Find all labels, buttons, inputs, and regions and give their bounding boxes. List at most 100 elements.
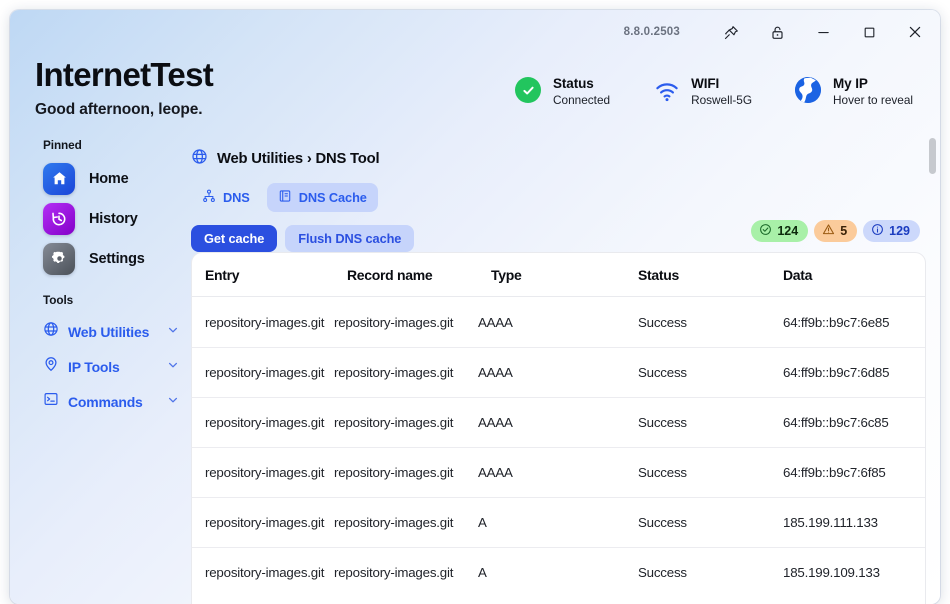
sidebar-item-label: History [89,210,138,227]
cell-entry: repository-images.git [205,465,325,480]
title-bar: 8.8.0.2503 [10,10,940,54]
flush-dns-cache-button[interactable]: Flush DNS cache [285,225,415,252]
version-label: 8.8.0.2503 [623,26,680,38]
status-widget-title: Status [553,76,594,91]
breadcrumb: Web Utilities › DNS Tool [191,148,926,170]
vertical-scrollbar[interactable] [929,138,936,578]
sidebar-item-home[interactable]: Home [35,159,185,198]
info-circle-icon [871,223,884,239]
main-content: Web Utilities › DNS Tool DNS DNS Cache G… [191,148,926,604]
cell-type: AAAA [478,365,513,380]
sidebar-item-label: Home [89,170,129,187]
cell-record-name: repository-images.git [334,465,454,480]
tab-dns[interactable]: DNS [191,183,261,212]
cell-status: Success [638,365,687,380]
badge-value: 129 [889,224,910,238]
get-cache-button[interactable]: Get cache [191,225,278,252]
status-widget-subtitle: Roswell-5G [691,92,753,107]
unlock-icon[interactable] [754,15,800,49]
cell-data: 64:ff9b::b9c7:6f85 [783,465,886,480]
gear-icon [43,242,75,275]
cell-record-name: repository-images.git [334,365,454,380]
column-header-type[interactable]: Type [478,267,625,283]
app-window: 8.8.0.2503 InternetTest Good afternoon, … [10,10,940,604]
cell-entry: repository-images.git [205,314,325,330]
table-row[interactable]: repository-images.git repository-images.… [192,547,925,597]
status-badge-warning: 5 [814,220,858,242]
cell-record-name: repository-images.git [334,314,454,330]
map-pin-icon [43,356,59,377]
cell-record-name: repository-images.git [334,415,454,430]
globe-icon [795,77,824,106]
cell-entry: repository-images.git [205,515,325,530]
status-widget-title: My IP [833,76,868,91]
table-header-row: Entry Record name Type Status Data [192,253,925,297]
cell-status: Success [638,314,687,330]
cell-data: 185.199.111.133 [783,515,878,530]
cell-status: Success [638,415,687,430]
cell-type: A [478,515,487,530]
tab-label: DNS [223,190,250,205]
table-row[interactable]: repository-images.git repository-images.… [192,447,925,497]
cell-status: Success [638,515,687,530]
sidebar-item-web-utilities[interactable]: Web Utilities [35,314,185,349]
chevron-down-icon[interactable] [167,323,179,341]
table-row[interactable]: repository-images.git repository-images.… [192,397,925,447]
cell-data: 64:ff9b::b9c7:6d85 [783,365,890,380]
home-icon [43,162,75,195]
status-widget-wifi[interactable]: WIFI Roswell-5G [653,76,752,107]
sidebar: Pinned Home History Settings Tools Web U… [35,138,185,419]
maximize-icon[interactable] [846,15,892,49]
status-badge-info: 129 [863,220,920,242]
cell-data: 185.199.109.133 [783,565,880,580]
minimize-icon[interactable] [800,15,846,49]
chevron-down-icon[interactable] [167,358,179,376]
column-header-status[interactable]: Status [625,267,770,283]
tab-label: DNS Cache [298,190,367,205]
tab-dns-cache[interactable]: DNS Cache [266,183,378,212]
chevron-down-icon[interactable] [167,393,179,411]
status-widget-myip[interactable]: My IP Hover to reveal [795,76,913,107]
table-row[interactable]: repository-images.git repository-images.… [192,497,925,547]
sidebar-item-label: Web Utilities [68,323,150,340]
sidebar-section-tools: Tools [43,293,74,307]
pin-icon[interactable] [708,15,754,49]
column-header-data[interactable]: Data [770,267,925,283]
badge-value: 5 [840,224,848,238]
cell-status: Success [638,465,687,480]
table-row[interactable]: repository-images.git repository-images.… [192,297,925,347]
warning-triangle-icon [822,223,835,239]
sitemap-icon [202,189,216,206]
column-header-record-name[interactable]: Record name [334,267,478,283]
sidebar-item-ip-tools[interactable]: IP Tools [35,349,185,384]
cell-entry: repository-images.git [205,365,325,380]
cell-record-name: repository-images.git [334,515,454,530]
sidebar-item-commands[interactable]: Commands [35,384,185,419]
sidebar-item-label: Commands [68,393,143,410]
status-widget-subtitle: Connected [553,92,611,107]
breadcrumb-text: Web Utilities › DNS Tool [217,151,380,167]
sidebar-item-settings[interactable]: Settings [35,239,185,278]
cell-entry: repository-images.git [205,565,325,580]
close-icon[interactable] [892,15,938,49]
cell-status: Success [638,565,687,580]
status-widgets: Status Connected WIFI Roswell-5G My IP H… [515,76,913,107]
cell-record-name: repository-images.git [334,565,454,580]
status-widget-connection[interactable]: Status Connected [515,76,610,107]
terminal-icon [43,391,59,412]
table-row[interactable]: repository-images.git repository-images.… [192,347,925,397]
cell-type: AAAA [478,465,513,480]
status-widget-title: WIFI [691,76,720,91]
globe-icon [191,148,208,170]
sidebar-item-label: IP Tools [68,358,120,375]
cell-type: A [478,565,487,580]
cell-data: 64:ff9b::b9c7:6c85 [783,415,889,430]
greeting-text: Good afternoon, leope. [35,100,203,118]
cell-entry: repository-images.git [205,415,325,430]
brand-block: InternetTest Good afternoon, leope. [35,57,214,119]
book-icon [278,189,292,206]
tab-bar: DNS DNS Cache [191,183,926,212]
column-header-entry[interactable]: Entry [192,267,334,283]
scrollbar-thumb[interactable] [929,138,936,174]
sidebar-item-history[interactable]: History [35,199,185,238]
